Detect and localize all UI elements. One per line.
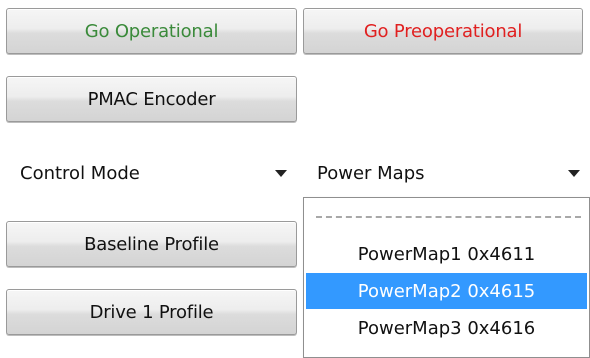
- power-map-option-1[interactable]: PowerMap1 0x4611: [306, 236, 587, 272]
- baseline-profile-button[interactable]: Baseline Profile: [6, 221, 297, 267]
- go-operational-label: Go Operational: [84, 20, 219, 42]
- power-maps-dropdown[interactable]: Power Maps: [303, 150, 590, 196]
- pmac-encoder-button[interactable]: PMAC Encoder: [6, 76, 297, 122]
- dropdown-separator: [316, 216, 581, 218]
- go-preoperational-label: Go Preoperational: [363, 20, 523, 42]
- drive1-profile-label: Drive 1 Profile: [89, 301, 214, 323]
- pmac-encoder-label: PMAC Encoder: [87, 88, 216, 110]
- drive1-profile-button[interactable]: Drive 1 Profile: [6, 289, 297, 335]
- chevron-down-icon[interactable]: [568, 170, 580, 177]
- baseline-profile-label: Baseline Profile: [84, 233, 219, 255]
- power-maps-value: Power Maps: [317, 162, 425, 184]
- control-mode-value: Control Mode: [20, 162, 140, 184]
- power-maps-dropdown-list: PowerMap1 0x4611 PowerMap2 0x4615 PowerM…: [303, 197, 590, 358]
- power-map-option-2[interactable]: PowerMap2 0x4615: [306, 273, 587, 309]
- power-map-option-3[interactable]: PowerMap3 0x4616: [306, 310, 587, 346]
- chevron-down-icon[interactable]: [275, 170, 287, 177]
- go-operational-button[interactable]: Go Operational: [6, 8, 297, 54]
- go-preoperational-button[interactable]: Go Preoperational: [303, 8, 583, 54]
- control-mode-dropdown[interactable]: Control Mode: [6, 150, 297, 196]
